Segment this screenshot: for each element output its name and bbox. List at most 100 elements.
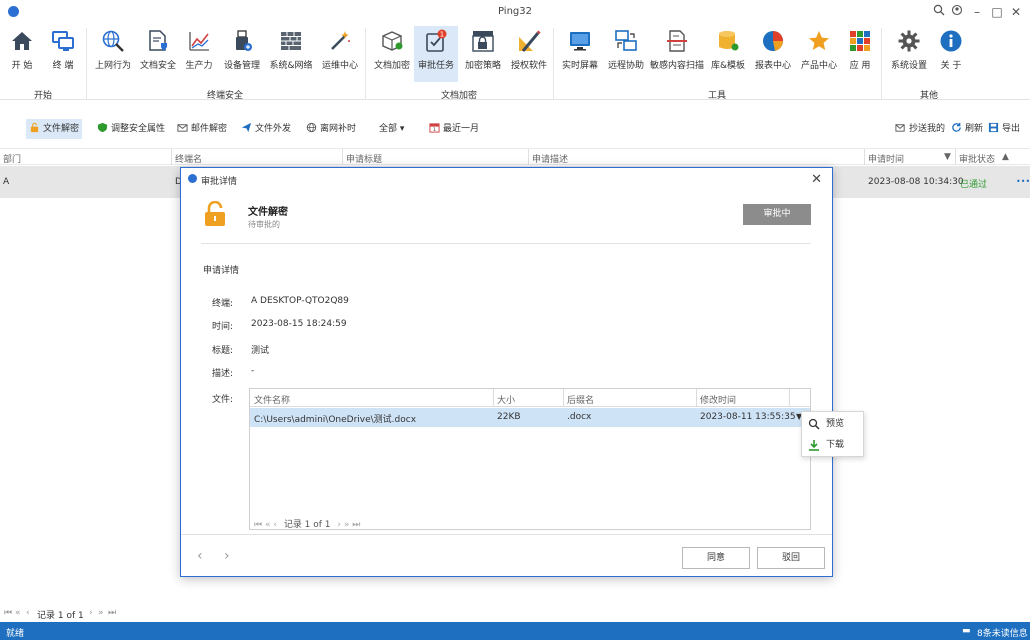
column-header-filename[interactable]: 文件名称 xyxy=(254,393,290,406)
ribbon-sensitive-scan-button[interactable]: 敏感内容扫描 xyxy=(649,26,705,82)
ribbon-about-button[interactable]: 关 于 xyxy=(935,26,967,82)
column-header-time[interactable]: 申请时间 xyxy=(868,152,904,165)
column-divider[interactable] xyxy=(789,389,790,407)
user-icon[interactable] xyxy=(948,3,966,21)
ribbon: 开 始 终 端 开始 上网行为 文档安全 生产力 设备管理 系统&网络 运维中心… xyxy=(0,24,1030,101)
files-label: 文件: xyxy=(211,395,233,405)
ribbon-device-mgmt-button[interactable]: 设备管理 xyxy=(222,26,262,82)
pager-next-icon[interactable]: › » ⏭ xyxy=(337,520,360,530)
status-text: 就绪 xyxy=(6,629,25,639)
download-icon xyxy=(809,440,819,451)
ribbon-productivity-button[interactable]: 生产力 xyxy=(183,26,215,82)
ribbon-report-center-button[interactable]: 报表中心 xyxy=(753,26,793,82)
pager-prev-page-icon[interactable]: « xyxy=(15,608,21,618)
ribbon-system-network-button[interactable]: 系统&网络 xyxy=(268,26,314,82)
approve-button[interactable]: 同意 xyxy=(682,547,750,569)
monitor-icon xyxy=(570,32,590,51)
dialog-close-icon[interactable]: ✕ xyxy=(811,172,822,187)
doc-shield-icon xyxy=(149,30,167,51)
column-divider[interactable] xyxy=(563,389,564,407)
export-button[interactable]: 导出 xyxy=(985,119,1023,139)
column-divider[interactable] xyxy=(955,149,956,165)
previous-record-icon[interactable]: ‹ xyxy=(197,548,203,564)
maximize-icon[interactable]: □ xyxy=(988,3,1006,21)
column-header-ext[interactable]: 后缀名 xyxy=(567,393,594,406)
unread-messages[interactable]: 8条未读信息 xyxy=(977,626,1028,639)
column-header-dept[interactable]: 部门 xyxy=(3,152,21,165)
pager-first-icon[interactable]: ⏮ « ‹ xyxy=(254,520,277,530)
column-divider[interactable] xyxy=(696,389,697,407)
ribbon-library-template-button[interactable]: 库&模板 xyxy=(709,26,747,82)
sort-desc-icon[interactable]: ▼ xyxy=(944,152,951,162)
cc-me-button[interactable]: 抄送我的 xyxy=(892,119,948,139)
column-divider[interactable] xyxy=(342,149,343,165)
ribbon-doc-security-button[interactable]: 文档安全 xyxy=(139,26,177,82)
cell-dept: A xyxy=(3,177,10,187)
ribbon-terminal-button[interactable]: 终 端 xyxy=(48,26,78,82)
column-header-terminal[interactable]: 终端名 xyxy=(175,152,202,165)
send-icon xyxy=(241,122,252,133)
pager-first-icon[interactable]: ⏮ xyxy=(4,608,12,618)
ruler-pencil-icon xyxy=(519,30,541,52)
column-header-subject[interactable]: 申请标题 xyxy=(346,152,382,165)
pager-last-icon[interactable]: ⏭ xyxy=(108,608,116,618)
column-divider[interactable] xyxy=(171,149,172,165)
ribbon-product-center-button[interactable]: 产品中心 xyxy=(799,26,839,82)
mail-cc-icon xyxy=(895,124,905,132)
close-icon[interactable]: ✕ xyxy=(1007,3,1025,21)
ribbon-live-screen-button[interactable]: 实时屏幕 xyxy=(560,26,600,82)
ribbon-licensed-software-button[interactable]: 授权软件 xyxy=(509,26,549,82)
divider xyxy=(201,243,811,244)
file-row[interactable]: C:\Users\admini\OneDrive\测试.docx 22KB .d… xyxy=(250,408,810,427)
adjust-security-tab[interactable]: 调整安全属性 xyxy=(94,119,168,139)
column-header-mtime[interactable]: 修改时间 xyxy=(700,393,736,406)
file-decrypt-tab[interactable]: 文件解密 xyxy=(26,119,83,139)
next-record-icon[interactable]: › xyxy=(224,548,230,564)
ribbon-encrypt-policy-button[interactable]: 加密策略 xyxy=(463,26,503,82)
column-header-desc[interactable]: 申请描述 xyxy=(532,152,568,165)
dialog-title: 审批详情 xyxy=(201,177,238,187)
ribbon-apps-button[interactable]: 应 用 xyxy=(845,26,875,82)
message-icon[interactable]: ▬ xyxy=(962,626,971,636)
recent-month-filter[interactable]: 1 最近一月 xyxy=(426,119,482,139)
ribbon-remote-assist-button[interactable]: 远程协助 xyxy=(606,26,646,82)
column-divider[interactable] xyxy=(864,149,865,165)
pager-record-count: 记录 1 of 1 xyxy=(37,611,84,621)
time-label: 时间: xyxy=(211,322,233,332)
more-actions-button[interactable]: ••• xyxy=(1016,177,1030,186)
section-title: 申请详情 xyxy=(203,266,240,276)
ribbon-system-settings-button[interactable]: 系统设置 xyxy=(890,26,928,82)
refresh-button[interactable]: 刷新 xyxy=(948,119,986,139)
offline-extend-tab[interactable]: 离网补时 xyxy=(303,119,359,139)
info-icon xyxy=(940,30,962,52)
pager-next-page-icon[interactable]: » xyxy=(98,608,104,618)
search-icon[interactable] xyxy=(930,3,948,21)
mail-decrypt-tab[interactable]: 邮件解密 xyxy=(174,119,230,139)
time-value: 2023-08-15 18:24:59 xyxy=(251,319,347,329)
desc-value: - xyxy=(251,366,255,376)
cell-status: 已通过 xyxy=(960,180,988,190)
ribbon-ops-center-button[interactable]: 运维中心 xyxy=(320,26,360,82)
scan-doc-icon xyxy=(667,30,687,52)
sort-asc-icon[interactable]: ▲ xyxy=(1002,152,1009,162)
menu-item-preview[interactable]: 预览 xyxy=(802,414,863,434)
menu-item-download[interactable]: 下载 xyxy=(802,435,863,455)
filter-all-dropdown[interactable]: 全部 ▾ xyxy=(376,119,407,139)
pager-next-icon[interactable]: › xyxy=(89,608,93,618)
pager-prev-icon[interactable]: ‹ xyxy=(26,608,30,618)
dialog-title-bar[interactable]: 审批详情 ✕ xyxy=(181,168,832,190)
ribbon-approval-task-button[interactable]: 1 审批任务 xyxy=(414,26,458,82)
minimize-icon[interactable]: – xyxy=(968,3,986,21)
file-table-header: 文件名称 大小 后缀名 修改时间 xyxy=(250,389,810,407)
column-header-size[interactable]: 大小 xyxy=(497,393,515,406)
column-header-status[interactable]: 审批状态 xyxy=(959,152,995,165)
ribbon-web-behavior-button[interactable]: 上网行为 xyxy=(93,26,133,82)
approval-badge: 1 xyxy=(440,31,444,39)
divider xyxy=(181,534,832,535)
ribbon-home-button[interactable]: 开 始 xyxy=(8,26,36,82)
ribbon-doc-encrypt-button[interactable]: 文档加密 xyxy=(372,26,412,82)
column-divider[interactable] xyxy=(528,149,529,165)
reject-button[interactable]: 驳回 xyxy=(757,547,825,569)
column-divider[interactable] xyxy=(493,389,494,407)
file-outgoing-tab[interactable]: 文件外发 xyxy=(238,119,294,139)
